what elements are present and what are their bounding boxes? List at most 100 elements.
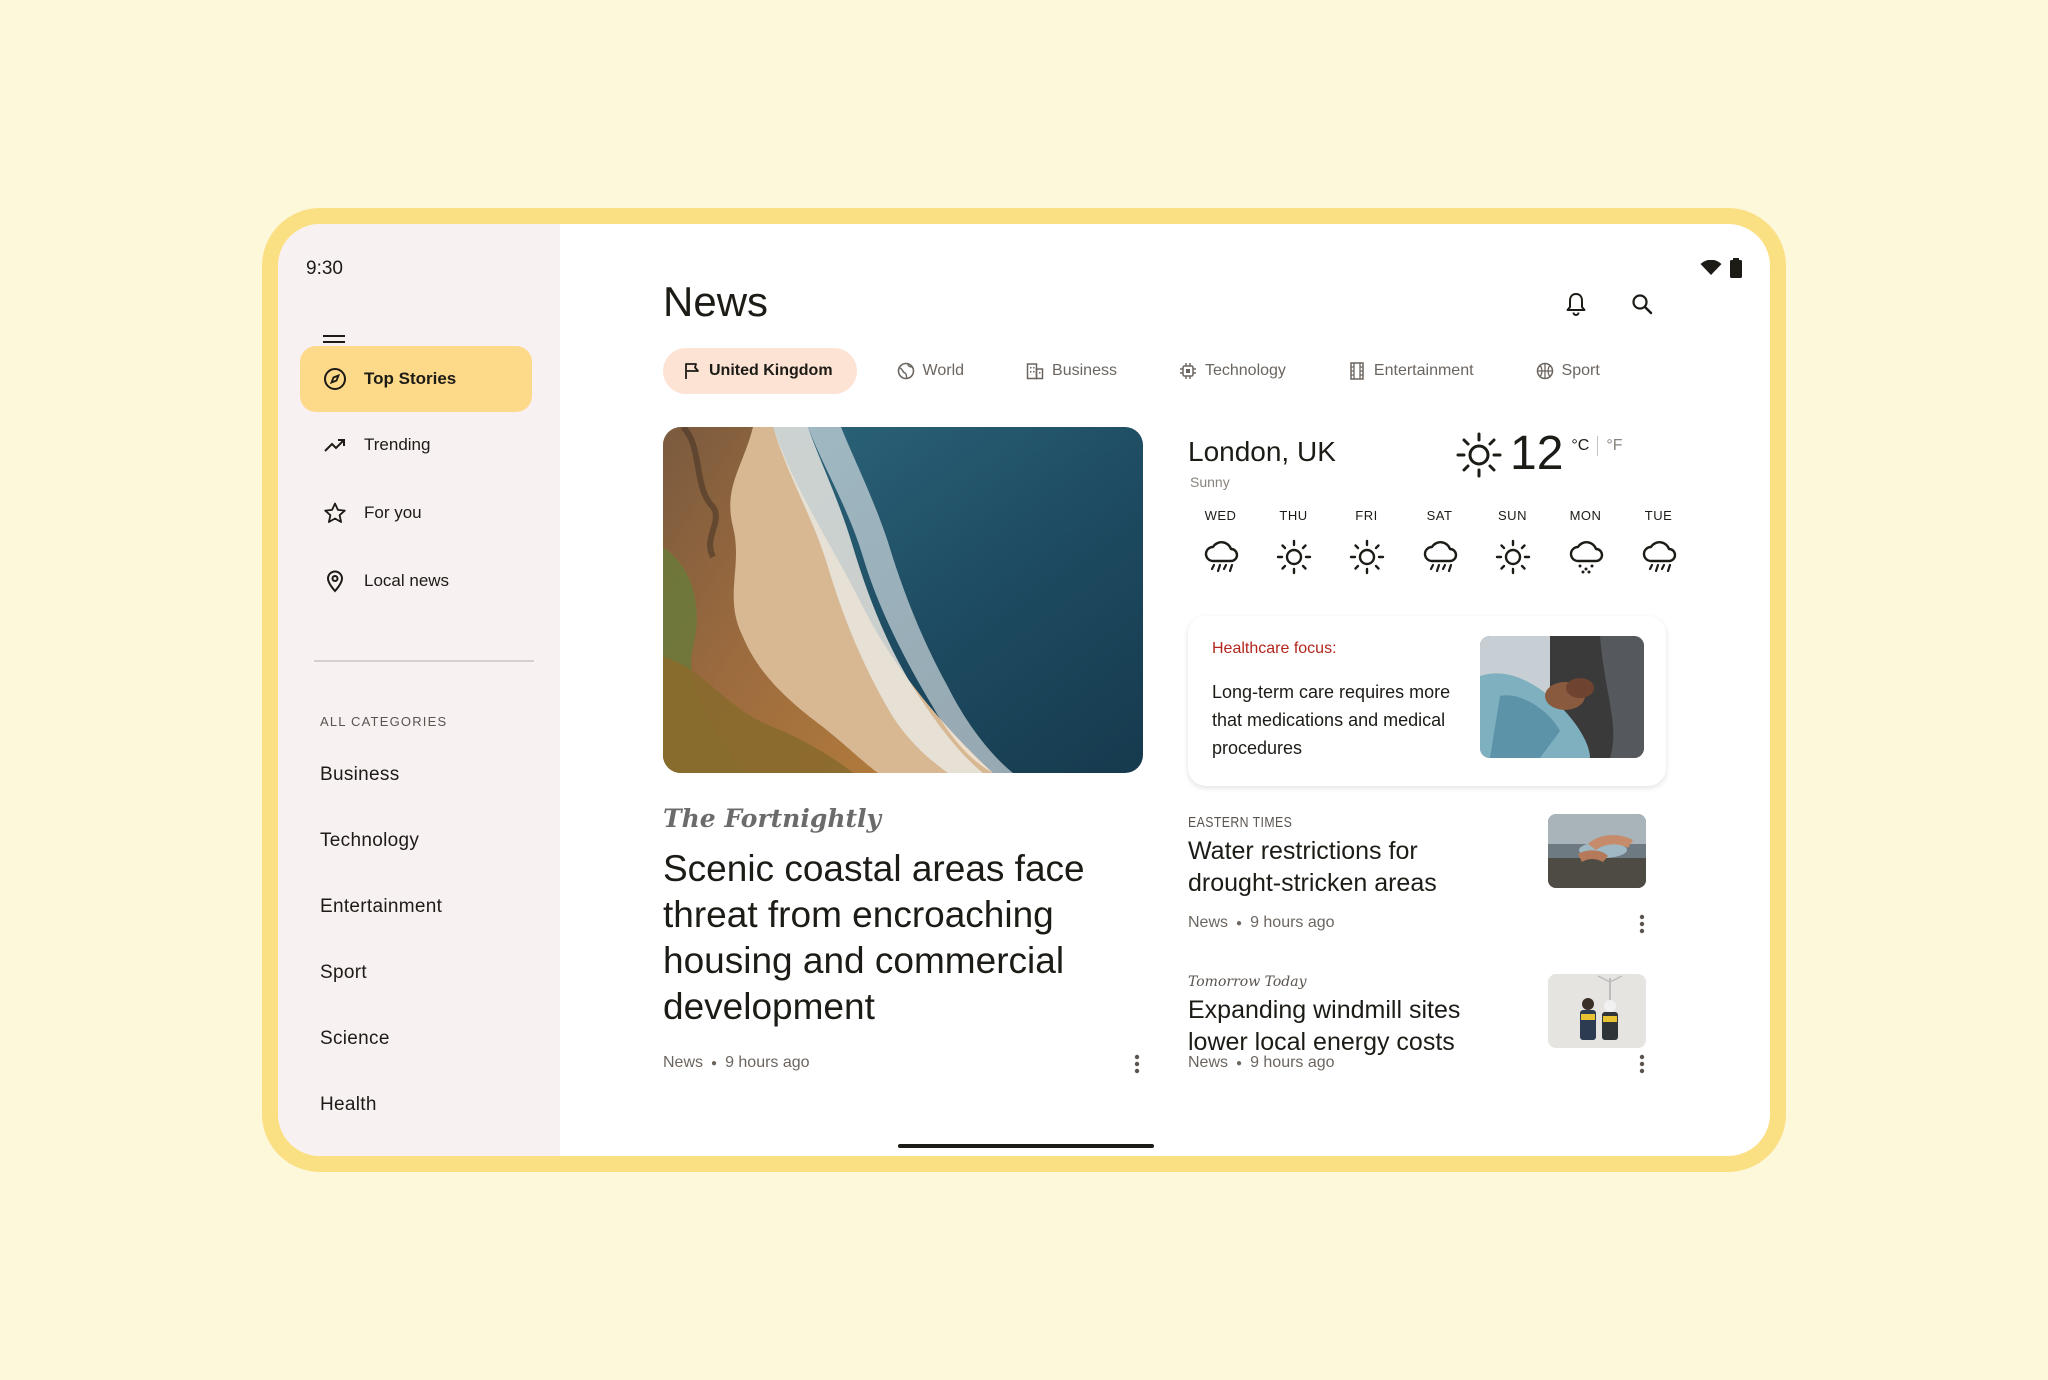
healthcare-text: Long-term care requires more that medica… [1212, 682, 1451, 758]
unit-separator [1597, 436, 1599, 456]
chip-united-kingdom[interactable]: United Kingdom [663, 348, 857, 394]
chip-label: United Kingdom [709, 362, 833, 379]
hero-meta: News ● 9 hours ago [663, 1054, 810, 1072]
category-environment[interactable]: Environment [320, 1160, 430, 1172]
bell-icon [1566, 293, 1586, 316]
category-health[interactable]: Health [320, 1094, 377, 1116]
story-thumbnail [1548, 974, 1646, 1048]
meta-separator: ● [1236, 917, 1243, 929]
forecast-day: WED [1184, 508, 1257, 577]
forecast-day: SAT [1403, 508, 1476, 577]
category-science[interactable]: Science [320, 1028, 390, 1050]
healthcare-card[interactable]: Healthcare focus: Long-term care require… [1188, 616, 1666, 786]
chip-label: Business [1052, 362, 1117, 379]
drawer-divider [314, 660, 534, 662]
rain-icon [1639, 537, 1679, 577]
snow-icon [1566, 537, 1606, 577]
forecast-day-label: TUE [1644, 508, 1673, 523]
nav-item-trending[interactable]: Trending [300, 412, 532, 478]
more-vert-icon [1134, 1054, 1140, 1074]
unit-toggle: °C °F [1571, 436, 1623, 456]
page-title: News [663, 278, 769, 325]
category-business[interactable]: Business [320, 764, 400, 786]
home-indicator[interactable] [898, 1144, 1154, 1148]
hero-image[interactable] [663, 427, 1143, 773]
meta-time: 9 hours ago [1250, 914, 1335, 931]
forecast-day-label: FRI [1355, 508, 1378, 523]
rain-icon [1201, 537, 1241, 577]
hero-headline[interactable]: Scenic coastal areas face threat from en… [663, 846, 1143, 1030]
categories-header: ALL CATEGORIES [320, 714, 448, 729]
navigation-drawer: 9:30 Top Stories Trending For you Local … [278, 224, 560, 1156]
hero-publisher: The Fortnightly [663, 804, 882, 833]
sun-icon [1456, 432, 1502, 478]
nav-item-for-you[interactable]: For you [300, 480, 532, 546]
globe-icon [897, 362, 915, 380]
story-more-button[interactable] [1628, 910, 1656, 938]
meta-separator: ● [1236, 1057, 1243, 1069]
forecast-day-label: WED [1204, 508, 1237, 523]
chip-label: Sport [1561, 362, 1600, 379]
chip-world[interactable]: World [875, 348, 987, 394]
nav-item-label: Top Stories [364, 369, 457, 388]
sun-icon [1493, 537, 1533, 577]
nav-item-local-news[interactable]: Local news [300, 548, 532, 614]
compass-icon [322, 366, 348, 392]
story-headline: Expanding windmill sites lower local ene… [1188, 996, 1461, 1056]
meta-category: News [663, 1054, 704, 1071]
film-icon [1348, 362, 1366, 380]
weather-temp: 12 [1510, 427, 1564, 480]
forecast-day: FRI [1330, 508, 1403, 577]
sun-icon [1347, 537, 1387, 577]
status-time: 9:30 [306, 258, 343, 279]
healthcare-label: Healthcare focus: [1212, 640, 1337, 657]
meta-time: 9 hours ago [1250, 1054, 1335, 1071]
nav-item-label: Local news [364, 571, 450, 590]
story-more-button[interactable] [1628, 1050, 1656, 1078]
forecast-day-label: SAT [1426, 508, 1453, 523]
hero-more-button[interactable] [1123, 1050, 1151, 1078]
filter-chips: United Kingdom World Business Technology [663, 348, 1622, 394]
unit-celsius[interactable]: °C [1571, 437, 1589, 455]
weather-condition: Sunny [1190, 474, 1230, 490]
side-story[interactable]: EASTERN TIMES Water restrictions for dro… [1188, 814, 1666, 934]
flag-icon [683, 362, 701, 380]
healthcare-image [1480, 636, 1644, 758]
category-sport[interactable]: Sport [320, 962, 367, 984]
star-icon [322, 500, 348, 526]
screen: 9:30 Top Stories Trending For you Local … [278, 224, 1770, 1156]
meta-category: News [1188, 1054, 1229, 1071]
trending-icon [322, 432, 348, 458]
category-technology[interactable]: Technology [320, 830, 419, 852]
nav-item-label: Trending [364, 435, 431, 454]
weather-city: London, UK [1188, 436, 1336, 467]
weather-current: 12 °C °F [1456, 428, 1623, 480]
search-icon [1632, 294, 1653, 315]
nav-item-top-stories[interactable]: Top Stories [300, 346, 532, 412]
sun-icon [1274, 537, 1314, 577]
chip-sport[interactable]: Sport [1514, 348, 1622, 394]
more-vert-icon [1639, 1054, 1645, 1074]
unit-fahrenheit[interactable]: °F [1606, 437, 1622, 455]
meta-time: 9 hours ago [725, 1054, 810, 1071]
story-meta: News ● 9 hours ago [1188, 914, 1335, 932]
search-button[interactable] [1626, 288, 1658, 320]
category-entertainment[interactable]: Entertainment [320, 896, 442, 918]
notifications-button[interactable] [1560, 288, 1592, 320]
top-actions [1560, 288, 1658, 320]
chip-entertainment[interactable]: Entertainment [1326, 348, 1496, 394]
side-story[interactable]: Tomorrow Today Expanding windmill sites … [1188, 974, 1666, 1074]
ball-icon [1536, 362, 1554, 380]
rain-icon [1420, 537, 1460, 577]
forecast-day: MON [1549, 508, 1622, 577]
tablet-device: 9:30 Top Stories Trending For you Local … [262, 208, 1786, 1172]
building-icon [1026, 362, 1044, 380]
wifi-icon [1700, 260, 1722, 275]
story-publisher: EASTERN TIMES [1188, 814, 1293, 831]
forecast-day: TUE [1622, 508, 1695, 577]
story-thumbnail [1548, 814, 1646, 888]
chip-label: World [922, 362, 965, 379]
chip-business[interactable]: Business [1004, 348, 1139, 394]
chip-technology[interactable]: Technology [1157, 348, 1308, 394]
status-icons [1700, 258, 1742, 278]
